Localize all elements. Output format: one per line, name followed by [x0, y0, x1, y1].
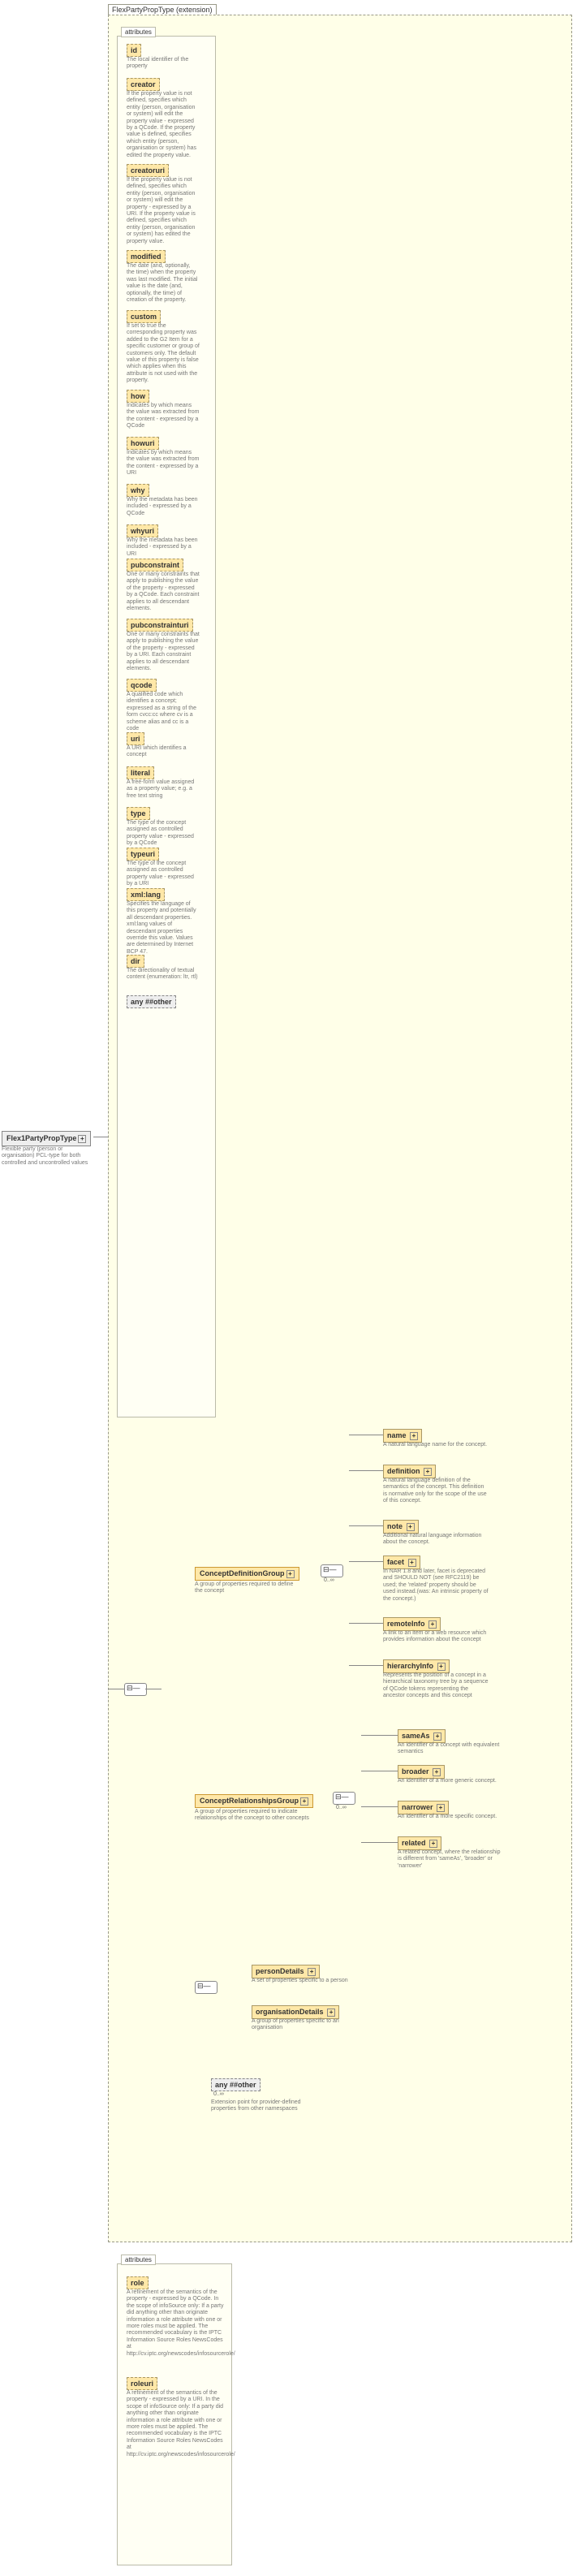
attr-dir[interactable]: dir — [127, 955, 144, 968]
attr-desc: A free-form value assigned as a property… — [127, 779, 200, 800]
extension-title: FlexPartyPropType (extension) — [108, 4, 217, 15]
crg-desc: A group of properties required to indica… — [195, 1809, 316, 1823]
attr-desc: A qualified code which identifies a conc… — [127, 692, 200, 732]
any-other-attr[interactable]: any ##other — [127, 995, 176, 1008]
attr-desc: The local identifier of the property — [127, 57, 200, 71]
cdg-desc: Represents the position of a concept in … — [383, 1672, 489, 1700]
attr-custom[interactable]: custom — [127, 310, 161, 323]
cardinality: 0..∞ — [324, 1577, 334, 1583]
ext-desc: Extension point for provider-defined pro… — [211, 2099, 308, 2113]
cardinality: 0..∞ — [213, 2091, 224, 2097]
attr-qcode[interactable]: qcode — [127, 679, 157, 692]
choice-icon[interactable] — [195, 1981, 217, 1994]
attr-desc: One or many constraints that apply to pu… — [127, 572, 200, 612]
root-label: Flex1PartyPropType — [6, 1134, 76, 1142]
attr-type[interactable]: type — [127, 807, 150, 820]
cardinality: 0..∞ — [336, 1805, 347, 1810]
attributes-label: attributes — [121, 27, 156, 37]
crg-narrower[interactable]: narrower + — [398, 1801, 449, 1814]
attr-desc: The directionality of textual content (e… — [127, 968, 200, 982]
cdg-desc: In NAR 1.8 and later, facet is deprecate… — [383, 1568, 489, 1603]
attr-desc: If the property value is not defined, sp… — [127, 91, 200, 159]
cdg-desc: A group of properties required to define… — [195, 1581, 300, 1595]
attr-pubconstraint[interactable]: pubconstraint — [127, 559, 183, 572]
cdg-remoteInfo[interactable]: remoteInfo + — [383, 1617, 441, 1631]
cdg-desc: A natural language name for the concept. — [383, 1442, 489, 1448]
attr-desc: The date (and, optionally, the time) whe… — [127, 263, 200, 304]
attr-desc: A refinement of the semantics of the pro… — [127, 2289, 224, 2358]
crg-desc: An identifier of a concept with equivale… — [398, 1742, 503, 1756]
detail-desc: A set of properties specific to a person — [252, 1978, 357, 1984]
attr-desc: The type of the concept assigned as cont… — [127, 861, 200, 888]
attributes-label: attributes — [121, 2255, 156, 2265]
cdg-desc: A link to an item or a web resource whic… — [383, 1630, 489, 1644]
attr-desc: One or many constraints that apply to pu… — [127, 632, 200, 672]
cdg-facet[interactable]: facet + — [383, 1556, 420, 1569]
attr-desc: Why the metadata has been included - exp… — [127, 497, 200, 517]
cdg-desc: Additional natural language information … — [383, 1533, 489, 1547]
attr-modified[interactable]: modified — [127, 250, 166, 263]
sequence-icon[interactable] — [333, 1792, 355, 1805]
detail-personDetails[interactable]: personDetails + — [252, 1965, 320, 1978]
attr-desc: The type of the concept assigned as cont… — [127, 820, 200, 848]
crg-desc: An identifier of a more generic concept. — [398, 1778, 503, 1784]
attr-desc: If set to true the corresponding propert… — [127, 323, 200, 385]
attr-whyuri[interactable]: whyuri — [127, 524, 158, 537]
detail-desc: A group of properties specific to an org… — [252, 2018, 357, 2032]
attr-literal[interactable]: literal — [127, 766, 154, 779]
cdg-note[interactable]: note + — [383, 1520, 419, 1534]
crg-broader[interactable]: broader + — [398, 1765, 445, 1779]
attr-desc: Why the metadata has been included - exp… — [127, 537, 200, 558]
attr-desc: A URI which identifies a concept — [127, 745, 200, 759]
attr-desc: Indicates by which means the value was e… — [127, 450, 200, 477]
crg-related[interactable]: related + — [398, 1836, 441, 1850]
attr-typeuri[interactable]: typeuri — [127, 848, 159, 861]
crg-desc: An identifier of a more specific concept… — [398, 1814, 503, 1820]
cdg-desc: A natural language definition of the sem… — [383, 1478, 489, 1505]
attr-id[interactable]: id — [127, 44, 141, 57]
attr-desc: A refinement of the semantics of the pro… — [127, 2390, 224, 2458]
attr-creator[interactable]: creator — [127, 78, 160, 91]
sequence-icon[interactable] — [124, 1683, 147, 1696]
sequence-icon[interactable] — [321, 1564, 343, 1577]
crg-sameAs[interactable]: sameAs + — [398, 1729, 446, 1743]
attr-desc: Indicates by which means the value was e… — [127, 403, 200, 430]
attr-desc: Specifies the language of this property … — [127, 901, 200, 956]
any-other-node[interactable]: any ##other — [211, 2078, 261, 2091]
expand-icon[interactable]: + — [300, 1797, 308, 1806]
attr-why[interactable]: why — [127, 484, 149, 497]
detail-organisationDetails[interactable]: organisationDetails + — [252, 2005, 339, 2019]
attr-creatoruri[interactable]: creatoruri — [127, 164, 169, 177]
diagram-canvas: Flex1PartyPropType+ Flexible party (pers… — [0, 0, 577, 2576]
expand-icon[interactable]: + — [78, 1135, 86, 1143]
attr-desc: If the property value is not defined, sp… — [127, 177, 200, 245]
attr-uri[interactable]: uri — [127, 732, 144, 745]
cdg-name[interactable]: name + — [383, 1429, 422, 1443]
cdg-definition[interactable]: definition + — [383, 1465, 436, 1478]
attr-role[interactable]: role — [127, 2276, 149, 2289]
crg-desc: A related concept, where the relationshi… — [398, 1849, 503, 1870]
root-desc: Flexible party (person or organisation) … — [2, 1146, 91, 1167]
concept-definition-group[interactable]: ConceptDefinitionGroup+ — [195, 1567, 299, 1581]
cdg-hierarchyInfo[interactable]: hierarchyInfo + — [383, 1659, 450, 1673]
attr-howuri[interactable]: howuri — [127, 437, 159, 450]
attr-how[interactable]: how — [127, 390, 149, 403]
attr-pubconstrainturi[interactable]: pubconstrainturi — [127, 619, 193, 632]
root-type-node[interactable]: Flex1PartyPropType+ — [2, 1131, 91, 1146]
concept-relationships-group[interactable]: ConceptRelationshipsGroup+ — [195, 1794, 313, 1808]
attr-roleuri[interactable]: roleuri — [127, 2377, 157, 2390]
attr-xml:lang[interactable]: xml:lang — [127, 888, 165, 901]
expand-icon[interactable]: + — [286, 1570, 295, 1578]
